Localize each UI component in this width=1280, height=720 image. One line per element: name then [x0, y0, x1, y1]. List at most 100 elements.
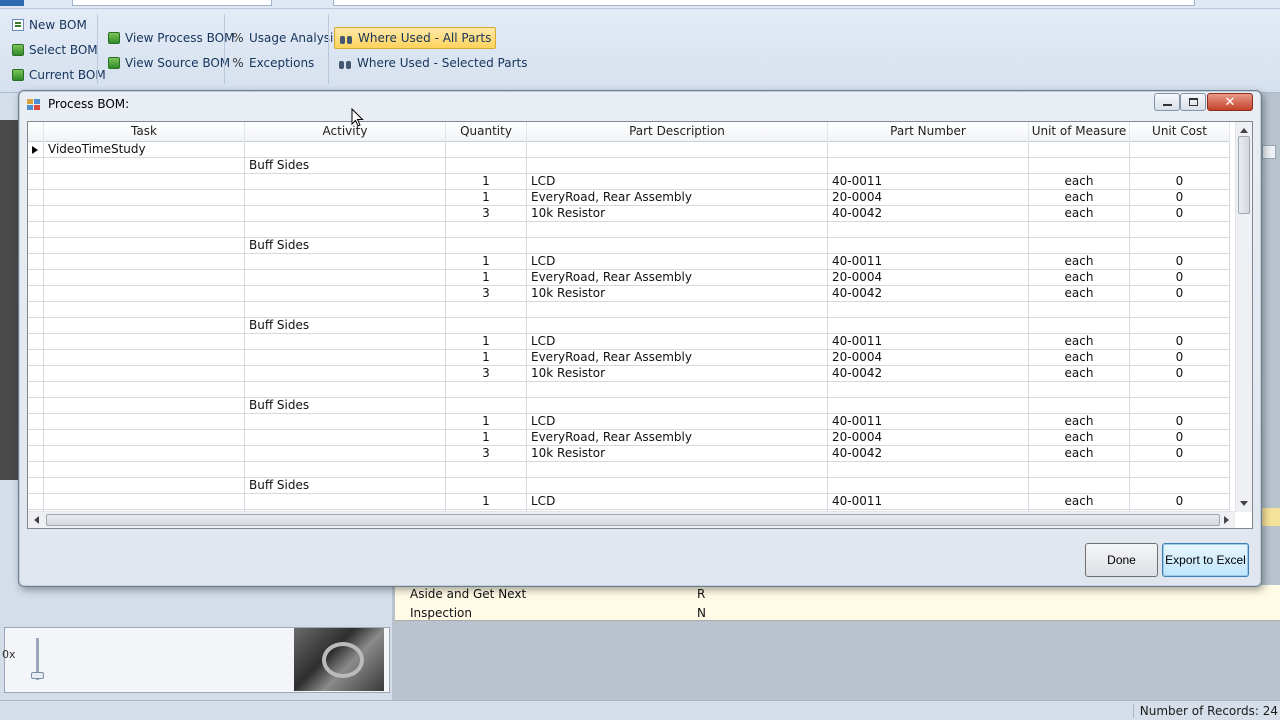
cell-unit-of-measure[interactable] [1029, 382, 1130, 398]
cell-part-number[interactable]: 20-0004 [828, 190, 1029, 206]
cell-activity[interactable] [245, 350, 446, 366]
table-row[interactable] [28, 222, 1234, 238]
row-header[interactable] [28, 398, 44, 414]
cell-unit-of-measure[interactable]: each [1029, 350, 1130, 366]
cell-quantity[interactable]: 1 [446, 270, 527, 286]
row-header[interactable] [28, 350, 44, 366]
cell-quantity[interactable]: 1 [446, 334, 527, 350]
current-bom-button[interactable]: Current BOM [8, 64, 110, 86]
cell-activity[interactable]: Buff Sides [245, 478, 446, 494]
table-row[interactable]: Buff Sides [28, 478, 1234, 494]
cell-part-number[interactable]: 40-0042 [828, 286, 1029, 302]
cell-quantity[interactable]: 1 [446, 350, 527, 366]
cell-unit-cost[interactable]: 0 [1130, 366, 1230, 382]
maximize-button[interactable] [1180, 93, 1206, 111]
new-bom-button[interactable]: New BOM [8, 14, 91, 36]
cell-part-description[interactable]: LCD [527, 254, 828, 270]
row-header[interactable] [28, 190, 44, 206]
table-row[interactable]: 1EveryRoad, Rear Assembly20-0004each0 [28, 270, 1234, 286]
cell-unit-of-measure[interactable] [1029, 142, 1130, 158]
cell-part-description[interactable] [527, 302, 828, 318]
table-row[interactable]: Buff Sides [28, 238, 1234, 254]
table-row[interactable]: 1EveryRoad, Rear Assembly20-0004each0 [28, 430, 1234, 446]
cell-unit-of-measure[interactable]: each [1029, 190, 1130, 206]
cell-unit-of-measure[interactable]: each [1029, 270, 1130, 286]
exceptions-button[interactable]: % Exceptions [228, 52, 318, 74]
cell-unit-of-measure[interactable] [1029, 478, 1130, 494]
cell-activity[interactable] [245, 286, 446, 302]
cell-unit-of-measure[interactable]: each [1029, 446, 1130, 462]
cell-task[interactable] [44, 174, 245, 190]
row-header[interactable] [28, 318, 44, 334]
cell-unit-cost[interactable]: 0 [1130, 350, 1230, 366]
cell-part-description[interactable] [527, 478, 828, 494]
scroll-right-arrow-icon[interactable] [1224, 516, 1229, 524]
column-header-activity[interactable]: Activity [245, 122, 446, 142]
cell-part-number[interactable] [828, 142, 1029, 158]
cell-activity[interactable] [245, 414, 446, 430]
cell-activity[interactable] [245, 382, 446, 398]
cell-unit-of-measure[interactable] [1029, 158, 1130, 174]
cell-task[interactable] [44, 462, 245, 478]
cell-part-description[interactable]: LCD [527, 334, 828, 350]
table-row[interactable] [28, 382, 1234, 398]
cell-activity[interactable] [245, 334, 446, 350]
cell-quantity[interactable]: 1 [446, 430, 527, 446]
cell-unit-cost[interactable] [1130, 222, 1230, 238]
cell-quantity[interactable]: 1 [446, 190, 527, 206]
cell-part-number[interactable]: 40-0011 [828, 334, 1029, 350]
close-button[interactable]: ✕ [1207, 93, 1253, 111]
cell-part-number[interactable] [828, 398, 1029, 414]
cell-unit-of-measure[interactable]: each [1029, 334, 1130, 350]
table-row[interactable]: 1 LCD 40-0011 each 0 [28, 494, 1234, 510]
table-row[interactable]: Buff Sides [28, 158, 1234, 174]
cell-part-number[interactable] [828, 478, 1029, 494]
row-header[interactable] [28, 270, 44, 286]
scroll-down-arrow-icon[interactable] [1240, 501, 1248, 506]
cell-unit-cost[interactable] [1130, 462, 1230, 478]
cell-task[interactable] [44, 270, 245, 286]
row-header[interactable] [28, 222, 44, 238]
cell-unit-of-measure[interactable]: each [1029, 206, 1130, 222]
speed-slider-thumb[interactable] [31, 672, 44, 679]
cell-task[interactable]: VideoTimeStudy [44, 142, 245, 158]
cell-task[interactable] [44, 334, 245, 350]
cell-unit-of-measure[interactable]: each [1029, 174, 1130, 190]
cell-quantity[interactable] [446, 158, 527, 174]
cell-activity[interactable] [245, 254, 446, 270]
cell-part-description[interactable] [527, 318, 828, 334]
cell-part-number[interactable]: 40-0042 [828, 206, 1029, 222]
row-header[interactable] [28, 494, 44, 510]
row-header[interactable] [28, 206, 44, 222]
cell-unit-of-measure[interactable]: each [1029, 366, 1130, 382]
cell-quantity[interactable] [446, 238, 527, 254]
cell-unit-of-measure[interactable]: each [1029, 414, 1130, 430]
header-corner[interactable] [28, 122, 44, 142]
cell-quantity[interactable] [446, 462, 527, 478]
cell-task[interactable] [44, 206, 245, 222]
ribbon-tab-box[interactable] [72, 0, 272, 6]
cell-quantity[interactable] [446, 382, 527, 398]
cell-part-description[interactable] [527, 158, 828, 174]
table-row[interactable]: 3 10k Resistor 40-0042 each 0 [28, 286, 1234, 302]
row-header[interactable] [28, 302, 44, 318]
row-header[interactable] [28, 254, 44, 270]
cell-unit-cost[interactable]: 0 [1130, 430, 1230, 446]
cell-task[interactable] [44, 158, 245, 174]
cell-part-description[interactable]: 10k Resistor [527, 366, 828, 382]
cell-part-description[interactable]: 10k Resistor [527, 286, 828, 302]
cell-part-number[interactable]: 40-0011 [828, 174, 1029, 190]
column-header-task[interactable]: Task [44, 122, 245, 142]
row-header[interactable] [28, 446, 44, 462]
cell-part-description[interactable]: EveryRoad, Rear Assembly [527, 430, 828, 446]
cell-part-number[interactable]: 20-0004 [828, 350, 1029, 366]
cell-part-description[interactable] [527, 142, 828, 158]
row-header[interactable] [28, 462, 44, 478]
usage-analysis-button[interactable]: % Usage Analysis [228, 27, 344, 49]
table-row[interactable]: 1 LCD 40-0011 each 0 [28, 414, 1234, 430]
vertical-scrollbar[interactable] [1235, 122, 1252, 512]
select-bom-button[interactable]: Select BOM [8, 39, 102, 61]
cell-unit-cost[interactable]: 0 [1130, 270, 1230, 286]
cell-quantity[interactable] [446, 478, 527, 494]
cell-activity[interactable] [245, 206, 446, 222]
